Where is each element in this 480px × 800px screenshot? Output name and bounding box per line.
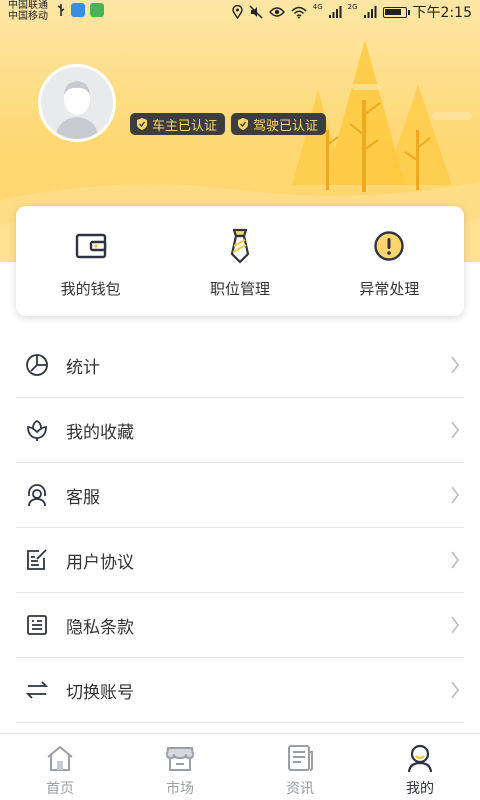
usb-icon	[57, 4, 65, 16]
pie-chart-icon	[26, 354, 48, 376]
owner-verified-badge: 车主已认证	[130, 113, 226, 135]
battery-icon	[382, 6, 410, 18]
location-icon	[232, 5, 243, 19]
mute-icon	[249, 5, 263, 19]
chevron-right-icon	[451, 421, 460, 439]
menu-item-statistics[interactable]: 统计	[16, 333, 464, 398]
store-icon	[166, 747, 194, 771]
menu-item-label: 我的收藏	[66, 422, 134, 443]
nav-news[interactable]: 资讯	[240, 734, 360, 800]
badge-label: 车主已认证	[152, 118, 218, 134]
menu-item-customer-service[interactable]: 客服	[16, 463, 464, 528]
carrier-1: 中国联通	[8, 0, 48, 11]
shield-check-icon	[137, 118, 147, 130]
menu-item-label: 客服	[66, 487, 100, 508]
nav-label: 首页	[46, 781, 74, 797]
default-avatar-icon	[41, 67, 113, 139]
quick-action-label: 异常处理	[359, 280, 420, 298]
nav-label: 资讯	[286, 781, 314, 797]
nav-mine[interactable]: 我的	[360, 734, 480, 800]
wallet-icon	[75, 233, 106, 259]
notification-icons	[56, 3, 104, 17]
menu-item-label: 统计	[66, 357, 100, 378]
status-time: 下午2:15	[412, 5, 472, 21]
carrier-2: 中国移动	[8, 11, 48, 22]
home-icon	[47, 746, 73, 771]
network-type-2: 2G	[347, 3, 358, 11]
menu-item-privacy[interactable]: 隐私条款	[16, 593, 464, 658]
eye-icon	[268, 7, 285, 17]
chevron-right-icon	[451, 356, 460, 374]
switch-icon	[25, 681, 49, 699]
settings-menu: 统计 我的收藏 客服 用户协议 隐私条款 切换账号	[16, 333, 464, 723]
quick-actions-card: 我的钱包 职位管理 异常处理	[16, 206, 464, 316]
chevron-right-icon	[451, 616, 460, 634]
system-status: 4G 2G 下午2:15	[232, 2, 472, 22]
headset-icon	[28, 484, 46, 507]
menu-item-favorites[interactable]: 我的收藏	[16, 398, 464, 463]
carrier-info: 中国联通 中国移动	[8, 0, 48, 22]
quick-action-exception[interactable]: 异常处理	[315, 206, 464, 316]
quick-action-wallet[interactable]: 我的钱包	[16, 206, 165, 316]
tie-icon	[230, 228, 250, 264]
verification-badges: 车主已认证 驾驶已认证	[130, 113, 327, 135]
quick-action-position[interactable]: 职位管理	[165, 206, 314, 316]
avatar[interactable]	[38, 64, 116, 142]
edit-doc-icon	[27, 549, 47, 570]
shield-check-icon	[238, 118, 249, 130]
quick-action-label: 我的钱包	[60, 280, 121, 298]
badge-label: 驾驶已认证	[253, 118, 319, 134]
app-shield-icon	[71, 3, 85, 17]
menu-item-label: 切换账号	[66, 682, 134, 703]
signal-icon	[328, 6, 342, 18]
chevron-right-icon	[451, 486, 460, 504]
quick-action-label: 职位管理	[209, 280, 270, 298]
menu-item-label: 用户协议	[66, 552, 134, 573]
news-icon	[288, 745, 313, 771]
bottom-nav: 首页 市场 资讯 我的	[0, 733, 480, 800]
chevron-right-icon	[451, 681, 460, 699]
driver-verified-badge: 驾驶已认证	[231, 113, 327, 135]
user-icon	[407, 744, 433, 773]
nav-home[interactable]: 首页	[0, 734, 120, 800]
nav-market[interactable]: 市场	[120, 734, 240, 800]
profile-screen: 中国联通 中国移动 4G 2G 下午2:15 车主已认证 驾驶已认证 我的钱包 …	[0, 0, 480, 800]
nav-label: 我的	[406, 781, 434, 797]
alert-icon	[374, 231, 405, 261]
menu-item-user-agreement[interactable]: 用户协议	[16, 528, 464, 593]
menu-item-switch-account[interactable]: 切换账号	[16, 658, 464, 723]
nav-label: 市场	[166, 781, 194, 797]
chevron-right-icon	[451, 551, 460, 569]
wifi-icon	[291, 6, 307, 18]
app-green-icon	[90, 3, 104, 17]
network-type-1: 4G	[312, 3, 323, 11]
lotus-icon	[27, 419, 47, 441]
signal-icon-2	[363, 6, 377, 18]
list-doc-icon	[27, 615, 47, 635]
menu-item-label: 隐私条款	[66, 617, 134, 638]
status-bar: 中国联通 中国移动 4G 2G 下午2:15	[0, 0, 480, 22]
